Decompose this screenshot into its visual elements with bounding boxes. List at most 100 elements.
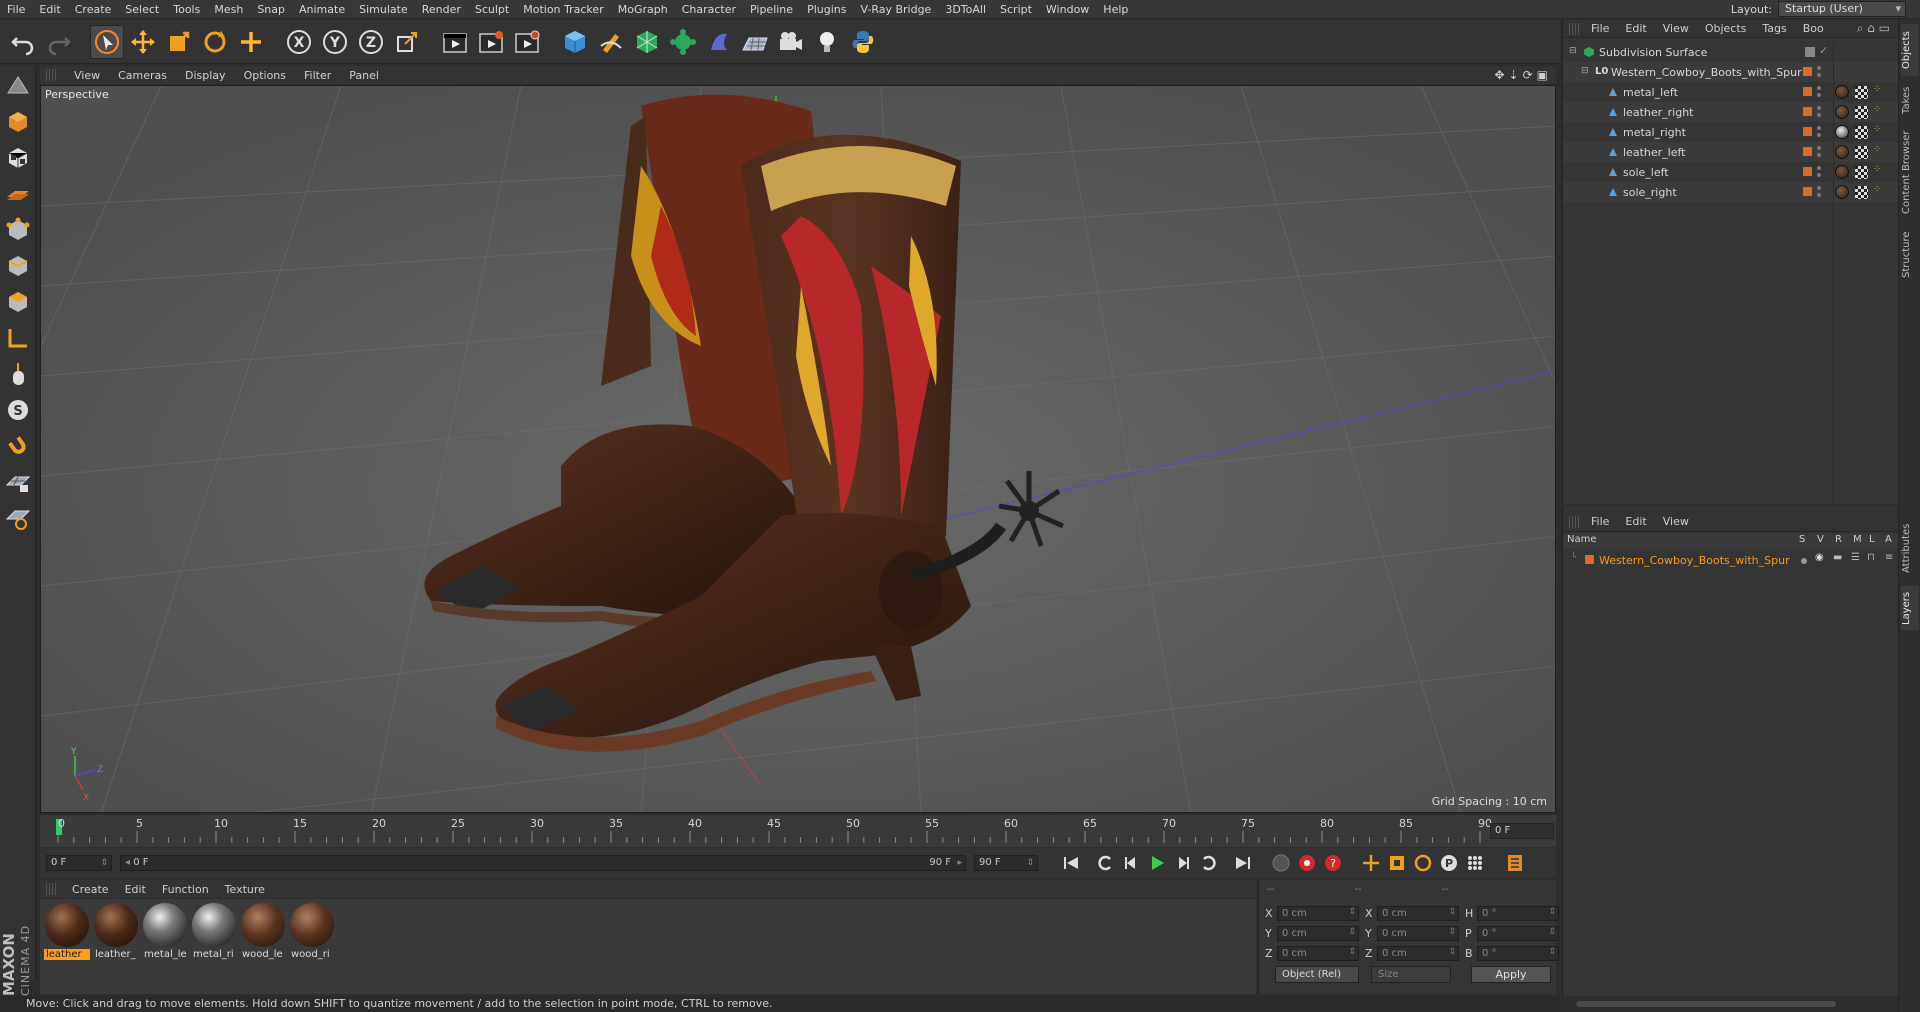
go-to-start-icon[interactable] <box>1058 850 1084 876</box>
scrollbar-thumb[interactable] <box>1576 1001 1836 1007</box>
layer-color-icon[interactable] <box>1803 167 1812 176</box>
tab-takes[interactable]: Takes <box>1901 82 1919 118</box>
rotation-p-field[interactable]: 0 ° <box>1477 926 1559 941</box>
layer-menu-file[interactable]: File <box>1591 515 1609 528</box>
editor-visibility-icon[interactable] <box>1817 166 1821 170</box>
render-visibility-icon[interactable] <box>1817 133 1821 137</box>
layer-manager-icon[interactable]: ☰ <box>1851 552 1860 563</box>
dolly-icon[interactable]: ⇣ <box>1509 68 1519 82</box>
layer-color-icon[interactable] <box>1803 67 1812 76</box>
frame-range-slider[interactable]: ◂ 0 F 90 F ▸ <box>120 855 966 871</box>
material-tag-icon[interactable] <box>1835 85 1849 99</box>
previous-frame-icon[interactable] <box>1118 850 1144 876</box>
menu-animate[interactable]: Animate <box>292 0 352 19</box>
viewport-menu-cameras[interactable]: Cameras <box>118 69 167 82</box>
planar-workplane-icon[interactable] <box>2 502 34 534</box>
material-swatch[interactable]: leather <box>44 903 90 960</box>
move-add-icon[interactable] <box>234 25 268 59</box>
object-menu-objects[interactable]: Objects <box>1705 22 1747 35</box>
layer-color-icon[interactable] <box>1803 87 1812 96</box>
render-settings-icon[interactable] <box>510 25 544 59</box>
object-row-metal-right[interactable]: metal_right ⁘ <box>1563 122 1899 142</box>
tab-objects[interactable]: Objects <box>1901 24 1919 76</box>
keyframe-selection-icon[interactable]: ? <box>1320 850 1346 876</box>
tab-layers[interactable]: Layers <box>1901 586 1919 630</box>
menu-help[interactable]: Help <box>1096 0 1135 19</box>
editor-visibility-icon[interactable] <box>1817 86 1821 90</box>
tab-content-browser[interactable]: Content Browser <box>1901 124 1919 220</box>
start-frame-field[interactable]: 0 F ⇕ <box>46 855 112 871</box>
tweak-mode-icon[interactable] <box>2 358 34 390</box>
viewport-menu-display[interactable]: Display <box>185 69 226 82</box>
key-parameter-icon[interactable]: P <box>1436 850 1462 876</box>
material-swatch[interactable]: metal_le <box>142 903 188 960</box>
key-scale-icon[interactable] <box>1384 850 1410 876</box>
material-swatch[interactable]: wood_ri <box>289 903 335 960</box>
texture-mode-icon[interactable] <box>2 142 34 174</box>
position-z-field[interactable]: 0 cm <box>1277 946 1359 961</box>
maximize-view-icon[interactable]: ▣ <box>1537 68 1548 82</box>
scale-icon[interactable] <box>162 25 196 59</box>
redo-icon[interactable] <box>42 25 76 59</box>
object-row-sole-right[interactable]: sole_right ⁘ <box>1563 182 1899 202</box>
material-swatch[interactable]: leather_ <box>93 903 139 960</box>
layer-render-icon[interactable]: ▬ <box>1833 552 1842 563</box>
y-axis-icon[interactable]: Y <box>318 25 352 59</box>
tab-structure[interactable]: Structure <box>1901 226 1919 284</box>
panel-grip[interactable] <box>1569 22 1579 35</box>
render-visibility-icon[interactable] <box>1817 173 1821 177</box>
phong-tag-icon[interactable]: ⁘ <box>1873 164 1881 175</box>
key-pla-icon[interactable] <box>1462 850 1488 876</box>
phong-tag-icon[interactable]: ⁘ <box>1873 104 1881 115</box>
edges-mode-icon[interactable] <box>2 250 34 282</box>
x-axis-icon[interactable]: X <box>282 25 316 59</box>
panel-horizontal-scrollbar[interactable] <box>1562 996 1898 1012</box>
menu-window[interactable]: Window <box>1039 0 1096 19</box>
editor-visibility-icon[interactable] <box>1817 126 1821 130</box>
uvw-tag-icon[interactable] <box>1855 126 1868 139</box>
rotation-b-field[interactable]: 0 ° <box>1477 946 1559 961</box>
panel-grip[interactable] <box>46 69 56 81</box>
orbit-icon[interactable]: ⟳ <box>1523 68 1533 82</box>
viewport-menu-view[interactable]: View <box>74 69 100 82</box>
viewport-menu-filter[interactable]: Filter <box>304 69 331 82</box>
panel-grip[interactable] <box>1569 515 1579 528</box>
editor-visibility-icon[interactable] <box>1817 66 1821 70</box>
layer-color-icon[interactable] <box>1803 127 1812 136</box>
material-tag-icon[interactable] <box>1835 125 1849 139</box>
light-icon[interactable] <box>810 25 844 59</box>
cube-icon[interactable] <box>558 25 592 59</box>
menu-plugins[interactable]: Plugins <box>800 0 853 19</box>
menu-mograph[interactable]: MoGraph <box>611 0 675 19</box>
material-menu-texture[interactable]: Texture <box>225 883 265 896</box>
render-view-icon[interactable] <box>438 25 472 59</box>
uvw-tag-icon[interactable] <box>1855 166 1868 179</box>
rotate-icon[interactable] <box>198 25 232 59</box>
panel-grip[interactable] <box>46 883 56 895</box>
layer-color-icon[interactable] <box>1585 555 1594 564</box>
position-x-field[interactable]: 0 cm <box>1277 906 1359 921</box>
phong-tag-icon[interactable]: ⁘ <box>1873 84 1881 95</box>
polygons-mode-icon[interactable] <box>2 286 34 318</box>
material-tag-icon[interactable] <box>1835 185 1849 199</box>
record-keys-icon[interactable] <box>1268 850 1294 876</box>
axis-mode-icon[interactable] <box>2 322 34 354</box>
layer-solo-toggle[interactable] <box>1801 558 1807 564</box>
material-tag-icon[interactable] <box>1835 145 1849 159</box>
object-menu-file[interactable]: File <box>1591 22 1609 35</box>
size-x-field[interactable]: 0 cm <box>1377 906 1459 921</box>
key-position-icon[interactable] <box>1358 850 1384 876</box>
locked-workplane-icon[interactable] <box>2 466 34 498</box>
menu-3dtoall[interactable]: 3DToAll <box>938 0 993 19</box>
collapse-icon[interactable]: ⊟ <box>1569 46 1577 56</box>
rotation-h-field[interactable]: 0 ° <box>1477 906 1559 921</box>
points-mode-icon[interactable] <box>2 214 34 246</box>
menu-simulate[interactable]: Simulate <box>352 0 415 19</box>
play-icon[interactable] <box>1144 850 1170 876</box>
enabled-check-icon[interactable]: ✓ <box>1819 44 1828 57</box>
layer-menu-view[interactable]: View <box>1663 515 1689 528</box>
workplane-icon[interactable] <box>2 178 34 210</box>
object-row-metal-left[interactable]: metal_left ⁘ <box>1563 82 1899 102</box>
object-row-subdivision-surface[interactable]: ⊟ Subdivision Surface ✓ <box>1563 42 1899 62</box>
render-visibility-icon[interactable] <box>1817 93 1821 97</box>
